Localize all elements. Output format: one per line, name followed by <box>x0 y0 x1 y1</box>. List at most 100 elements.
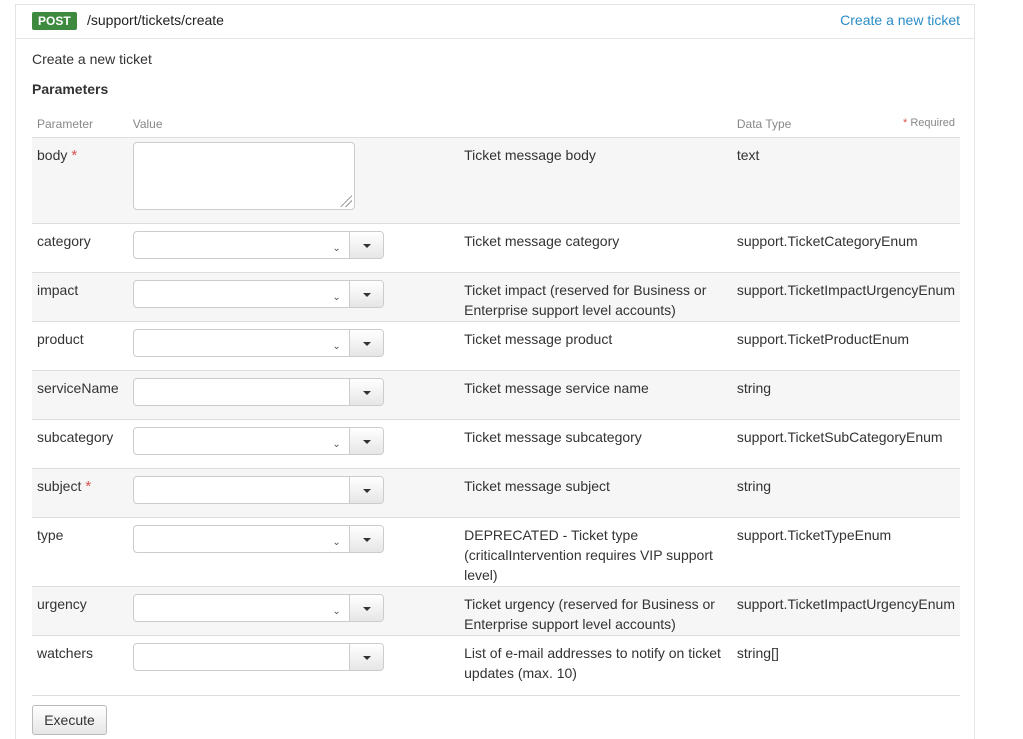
subject-input[interactable] <box>134 477 349 503</box>
chevron-down-icon: ⌄ <box>332 537 341 548</box>
operation-header[interactable]: POST /support/tickets/create Create a ne… <box>16 5 974 39</box>
product-select[interactable]: ⌄ <box>132 329 384 357</box>
serviceName-combo[interactable] <box>132 378 384 406</box>
header-data-type: Data Type * Required <box>731 113 960 138</box>
parameters-header-row: Parameter Value Data Type * Required <box>32 113 960 138</box>
watchers-input[interactable] <box>134 644 349 670</box>
parameter-name: serviceName <box>37 380 119 396</box>
product-dropdown-button[interactable] <box>348 330 383 356</box>
parameter-name: subject <box>37 478 82 494</box>
urgency-select[interactable]: ⌄ <box>132 594 384 622</box>
type-input[interactable]: ⌄ <box>134 526 349 552</box>
caret-down-icon <box>362 293 371 297</box>
parameter-description: DEPRECATED - Ticket type (criticalInterv… <box>459 517 732 587</box>
parameter-name-cell: urgency <box>32 586 128 636</box>
impact-input[interactable]: ⌄ <box>134 281 349 307</box>
serviceName-dropdown-button[interactable] <box>348 379 383 405</box>
parameter-value-cell: ⌄ <box>127 223 460 273</box>
caret-down-icon <box>362 342 371 346</box>
parameter-name: impact <box>37 282 79 298</box>
parameter-row-impact: impact ⌄ Ticket impact (reserved for Busin… <box>32 272 960 322</box>
parameter-name: watchers <box>37 645 94 661</box>
parameter-row-serviceName: serviceName Ticket message service name st… <box>32 370 960 420</box>
category-select[interactable]: ⌄ <box>132 231 384 259</box>
parameter-data-type: support.TicketCategoryEnum <box>731 223 960 273</box>
parameter-data-type: support.TicketImpactUrgencyEnum <box>731 586 960 636</box>
header-parameter: Parameter <box>32 113 128 138</box>
parameter-description: Ticket message category <box>459 223 732 273</box>
parameter-data-type: text <box>731 137 960 224</box>
parameters-heading: Parameters <box>32 81 109 97</box>
parameter-value-cell <box>127 468 460 518</box>
parameter-data-type: support.TicketTypeEnum <box>731 517 960 587</box>
parameter-value-cell: ⌄ <box>127 272 460 322</box>
required-legend-star: * <box>903 117 908 129</box>
urgency-input[interactable]: ⌄ <box>134 595 349 621</box>
parameter-description: Ticket message subject <box>459 468 732 518</box>
parameter-row-subject: subject * Ticket message subject string <box>32 468 960 518</box>
body-textarea[interactable] <box>132 142 355 210</box>
caret-down-icon <box>362 538 371 542</box>
type-dropdown-button[interactable] <box>348 526 383 552</box>
parameter-data-type: string <box>731 370 960 420</box>
parameter-name-cell: body * <box>32 137 128 224</box>
parameter-row-product: product ⌄ Ticket message product support.Ti… <box>32 321 960 371</box>
product-input[interactable]: ⌄ <box>134 330 349 356</box>
parameter-row-category: category ⌄ Ticket message category support.… <box>32 223 960 273</box>
caret-down-icon <box>362 244 371 248</box>
required-legend-label: Required <box>910 117 955 129</box>
parameter-description: Ticket message product <box>459 321 732 371</box>
header-value: Value <box>127 113 460 138</box>
category-dropdown-button[interactable] <box>348 232 383 258</box>
caret-down-icon <box>362 489 371 493</box>
subject-dropdown-button[interactable] <box>348 477 383 503</box>
parameter-name-cell: watchers <box>32 635 128 696</box>
parameter-name: category <box>37 233 91 249</box>
parameter-data-type: support.TicketProductEnum <box>731 321 960 371</box>
watchers-dropdown-button[interactable] <box>348 644 383 670</box>
chevron-down-icon: ⌄ <box>332 439 341 450</box>
parameter-data-type: string[] <box>731 635 960 696</box>
category-input[interactable]: ⌄ <box>134 232 349 258</box>
caret-down-icon <box>362 440 371 444</box>
watchers-combo[interactable] <box>132 643 384 671</box>
operation-summary-link[interactable]: Create a new ticket <box>840 12 960 28</box>
execute-button[interactable]: Execute <box>32 705 107 735</box>
parameter-description: Ticket urgency (reserved for Business or… <box>459 586 732 636</box>
subject-combo[interactable] <box>132 476 384 504</box>
parameter-value-cell <box>127 137 460 224</box>
parameter-name-cell: category <box>32 223 128 273</box>
serviceName-input[interactable] <box>134 379 349 405</box>
parameter-data-type: support.TicketSubCategoryEnum <box>731 419 960 469</box>
parameter-value-cell: ⌄ <box>127 419 460 469</box>
impact-dropdown-button[interactable] <box>348 281 383 307</box>
parameter-description: Ticket message subcategory <box>459 419 732 469</box>
type-select[interactable]: ⌄ <box>132 525 384 553</box>
header-data-type-label: Data Type <box>736 117 792 131</box>
parameter-row-body: body * Ticket message body text <box>32 137 960 224</box>
subcategory-dropdown-button[interactable] <box>348 428 383 454</box>
subcategory-select[interactable]: ⌄ <box>132 427 384 455</box>
parameter-name-cell: impact <box>32 272 128 322</box>
parameter-name: type <box>37 527 64 543</box>
chevron-down-icon: ⌄ <box>332 606 341 617</box>
http-method-badge: POST <box>32 12 77 30</box>
urgency-dropdown-button[interactable] <box>348 595 383 621</box>
impact-select[interactable]: ⌄ <box>132 280 384 308</box>
resize-grip-icon[interactable] <box>339 195 352 207</box>
parameter-value-cell <box>127 370 460 420</box>
subcategory-input[interactable]: ⌄ <box>134 428 349 454</box>
operation-description: Create a new ticket <box>32 51 152 67</box>
endpoint-path[interactable]: /support/tickets/create <box>87 12 224 28</box>
required-star: * <box>85 478 92 495</box>
parameter-value-cell: ⌄ <box>127 586 460 636</box>
parameter-name-cell: subject * <box>32 468 128 518</box>
parameter-description: List of e-mail addresses to notify on ti… <box>459 635 732 696</box>
required-star: * <box>71 147 78 164</box>
parameter-row-urgency: urgency ⌄ Ticket urgency (reserved for Bus… <box>32 586 960 636</box>
parameter-data-type: support.TicketImpactUrgencyEnum <box>731 272 960 322</box>
header-description <box>459 113 732 138</box>
parameter-name-cell: product <box>32 321 128 371</box>
operation-panel: POST /support/tickets/create Create a ne… <box>15 4 975 739</box>
parameter-name-cell: serviceName <box>32 370 128 420</box>
